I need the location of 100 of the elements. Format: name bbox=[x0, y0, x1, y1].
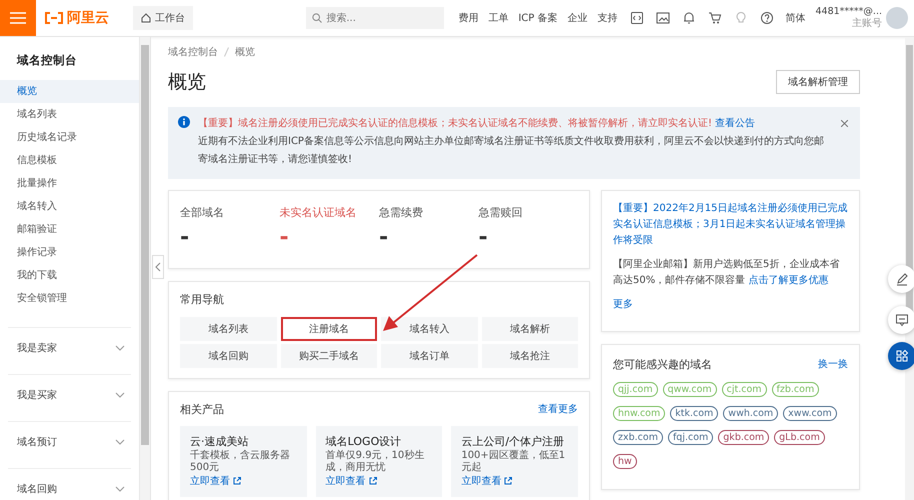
product-card[interactable]: 云上公司/个体户注册 100+园区覆盖，低至1元起 立即查看 bbox=[451, 426, 578, 497]
sidebar-group[interactable]: 域名预订 bbox=[8, 421, 131, 461]
breadcrumb-link[interactable]: 概览 bbox=[235, 45, 255, 59]
chevron-icon bbox=[115, 486, 125, 492]
group-label: 域名预订 bbox=[17, 436, 57, 448]
sidebar-group[interactable]: 域名回购 bbox=[8, 468, 131, 500]
feedback-button[interactable] bbox=[888, 306, 914, 334]
stat-label[interactable]: 全部域名 bbox=[180, 205, 280, 220]
search-field[interactable]: 搜索... bbox=[306, 7, 444, 29]
domain-tag[interactable]: ktk.com bbox=[670, 406, 718, 421]
nav-shortcut[interactable]: 域名解析 bbox=[482, 317, 578, 341]
sidebar-item[interactable]: 安全锁管理 bbox=[0, 287, 139, 310]
bell-icon[interactable] bbox=[682, 11, 696, 25]
dns-management-button[interactable]: 域名解析管理 bbox=[776, 70, 860, 94]
product-desc: 千套模板，含云服务器500元 bbox=[190, 450, 291, 474]
language-link[interactable]: 简体 bbox=[786, 11, 806, 25]
card-title: 您可能感兴趣的域名 bbox=[613, 357, 712, 372]
chevron-icon bbox=[115, 392, 125, 398]
product-title: 云·速成美站 bbox=[190, 434, 250, 449]
stat-label[interactable]: 急需赎回 bbox=[478, 205, 578, 220]
product-link[interactable]: 立即查看 bbox=[326, 474, 377, 488]
nav-shortcut[interactable]: 域名抢注 bbox=[482, 344, 578, 368]
stat-label[interactable]: 未实名认证域名 bbox=[280, 205, 379, 220]
domain-tag[interactable]: zxb.com bbox=[613, 430, 663, 445]
stat-value: - bbox=[180, 226, 190, 250]
sidebar-item[interactable]: 邮箱验证 bbox=[0, 218, 139, 241]
breadcrumb-link[interactable]: 域名控制台 bbox=[168, 45, 218, 59]
logo-icon bbox=[44, 12, 64, 24]
external-link-icon bbox=[233, 477, 241, 485]
group-label: 域名回购 bbox=[17, 482, 57, 496]
nav-shortcut[interactable]: 域名订单 bbox=[381, 344, 478, 368]
domain-tag[interactable]: gLb.com bbox=[774, 430, 825, 445]
external-link-icon bbox=[504, 477, 512, 485]
chevron-left-icon bbox=[155, 262, 161, 272]
product-card[interactable]: 云·速成美站 千套模板，含云服务器500元 立即查看 bbox=[180, 426, 307, 497]
sidebar-item[interactable]: 操作记录 bbox=[0, 241, 139, 264]
menu-icon bbox=[10, 12, 26, 24]
menu-button[interactable] bbox=[0, 0, 36, 36]
external-link-icon bbox=[368, 477, 377, 485]
sidebar-item[interactable]: 信息模板 bbox=[0, 149, 139, 172]
group-label: 我是卖家 bbox=[17, 342, 57, 354]
page-title: 概览 bbox=[168, 70, 206, 95]
sidebar-item[interactable]: 我的下载 bbox=[0, 264, 139, 287]
stat-label[interactable]: 急需续费 bbox=[379, 205, 478, 220]
image-icon[interactable] bbox=[656, 11, 670, 25]
chat-icon bbox=[895, 313, 909, 327]
notice-important: 【重要】域名注册必须使用已完成实名认证的信息模板；未实名认证域名不能续费、将被暂停解析，请立即实名认证! 查看公告 bbox=[198, 116, 756, 131]
domain-tag[interactable]: hw bbox=[613, 454, 637, 469]
nav-link[interactable]: 费用 bbox=[458, 11, 478, 25]
product-desc: 首单仅9.9元，10秒生成，商用无忧 bbox=[326, 450, 426, 474]
sidebar-item[interactable]: 域名转入 bbox=[0, 195, 139, 218]
collapse-button[interactable] bbox=[152, 255, 164, 279]
nav-shortcut[interactable]: 购买二手域名 bbox=[280, 344, 377, 368]
product-desc: 100+园区覆盖，低至1元起 bbox=[461, 450, 566, 474]
card-title: 常用导航 bbox=[180, 292, 225, 307]
stat-value: - bbox=[379, 226, 390, 250]
sidebar-item[interactable]: 概览 bbox=[0, 80, 139, 103]
nav-shortcut[interactable]: 域名列表 bbox=[180, 317, 276, 341]
cart-icon[interactable] bbox=[708, 11, 722, 25]
product-title: 域名LOGO设计 bbox=[326, 434, 402, 449]
more-link[interactable]: 更多 bbox=[613, 299, 633, 310]
close-icon[interactable] bbox=[841, 120, 848, 127]
code-icon[interactable] bbox=[630, 11, 644, 25]
domain-tag[interactable]: fqj.com bbox=[668, 430, 714, 445]
notice-link[interactable]: 查看公告 bbox=[715, 118, 756, 129]
nav-shortcut[interactable]: 注册域名 bbox=[280, 317, 377, 341]
card-title: 相关产品 bbox=[180, 402, 224, 417]
nav-link[interactable]: 企业 bbox=[568, 11, 588, 25]
nav-shortcut[interactable]: 域名转入 bbox=[381, 317, 478, 341]
domain-tag[interactable]: gkb.com bbox=[718, 430, 770, 445]
refresh-link[interactable]: 换一换 bbox=[818, 357, 848, 372]
scrollbar[interactable] bbox=[139, 37, 150, 500]
product-link[interactable]: 立即查看 bbox=[461, 474, 512, 488]
account-name[interactable]: 4481*****@... bbox=[816, 6, 882, 18]
nav-link[interactable]: 支持 bbox=[598, 11, 618, 25]
product-link[interactable]: 立即查看 bbox=[190, 474, 241, 488]
product-title: 云上公司/个体户注册 bbox=[461, 434, 566, 449]
group-label: 我是买家 bbox=[17, 388, 57, 402]
help-icon[interactable] bbox=[760, 11, 774, 25]
domain-tag[interactable]: xww.com bbox=[783, 406, 837, 421]
sidebar-item[interactable]: 批量操作 bbox=[0, 172, 139, 195]
sidebar-item[interactable]: 历史域名记录 bbox=[0, 126, 139, 149]
sidebar-group[interactable]: 我是卖家 bbox=[8, 327, 131, 367]
chevron-icon bbox=[115, 344, 125, 350]
news-link[interactable]: 【重要】2022年2月15日起域名注册必须使用已完成实名认证信息模板；3月1日起未实名认证域名管理操作将受限 bbox=[613, 201, 848, 249]
sidebar-item[interactable]: 域名列表 bbox=[0, 103, 139, 126]
info-icon bbox=[178, 116, 190, 128]
domain-tag[interactable]: wwh.com bbox=[723, 406, 778, 421]
chevron-icon bbox=[115, 438, 125, 444]
nav-link[interactable]: ICP 备案 bbox=[518, 11, 558, 25]
product-card[interactable]: 域名LOGO设计 首单仅9.9元，10秒生成，商用无忧 立即查看 bbox=[316, 426, 442, 497]
nav-link[interactable]: 工单 bbox=[488, 11, 508, 25]
more-link[interactable]: 查看更多 bbox=[538, 402, 578, 417]
logo-text: 阿里云 bbox=[67, 9, 109, 27]
news-link[interactable]: 点击了解更多优惠 bbox=[748, 275, 828, 286]
nav-shortcut[interactable]: 域名回购 bbox=[180, 344, 276, 368]
sidebar-group[interactable]: 我是买家 bbox=[8, 374, 131, 414]
edit-button[interactable] bbox=[888, 265, 914, 293]
workbench-button[interactable]: 工作台 bbox=[133, 6, 193, 30]
apps-button[interactable] bbox=[888, 342, 914, 370]
